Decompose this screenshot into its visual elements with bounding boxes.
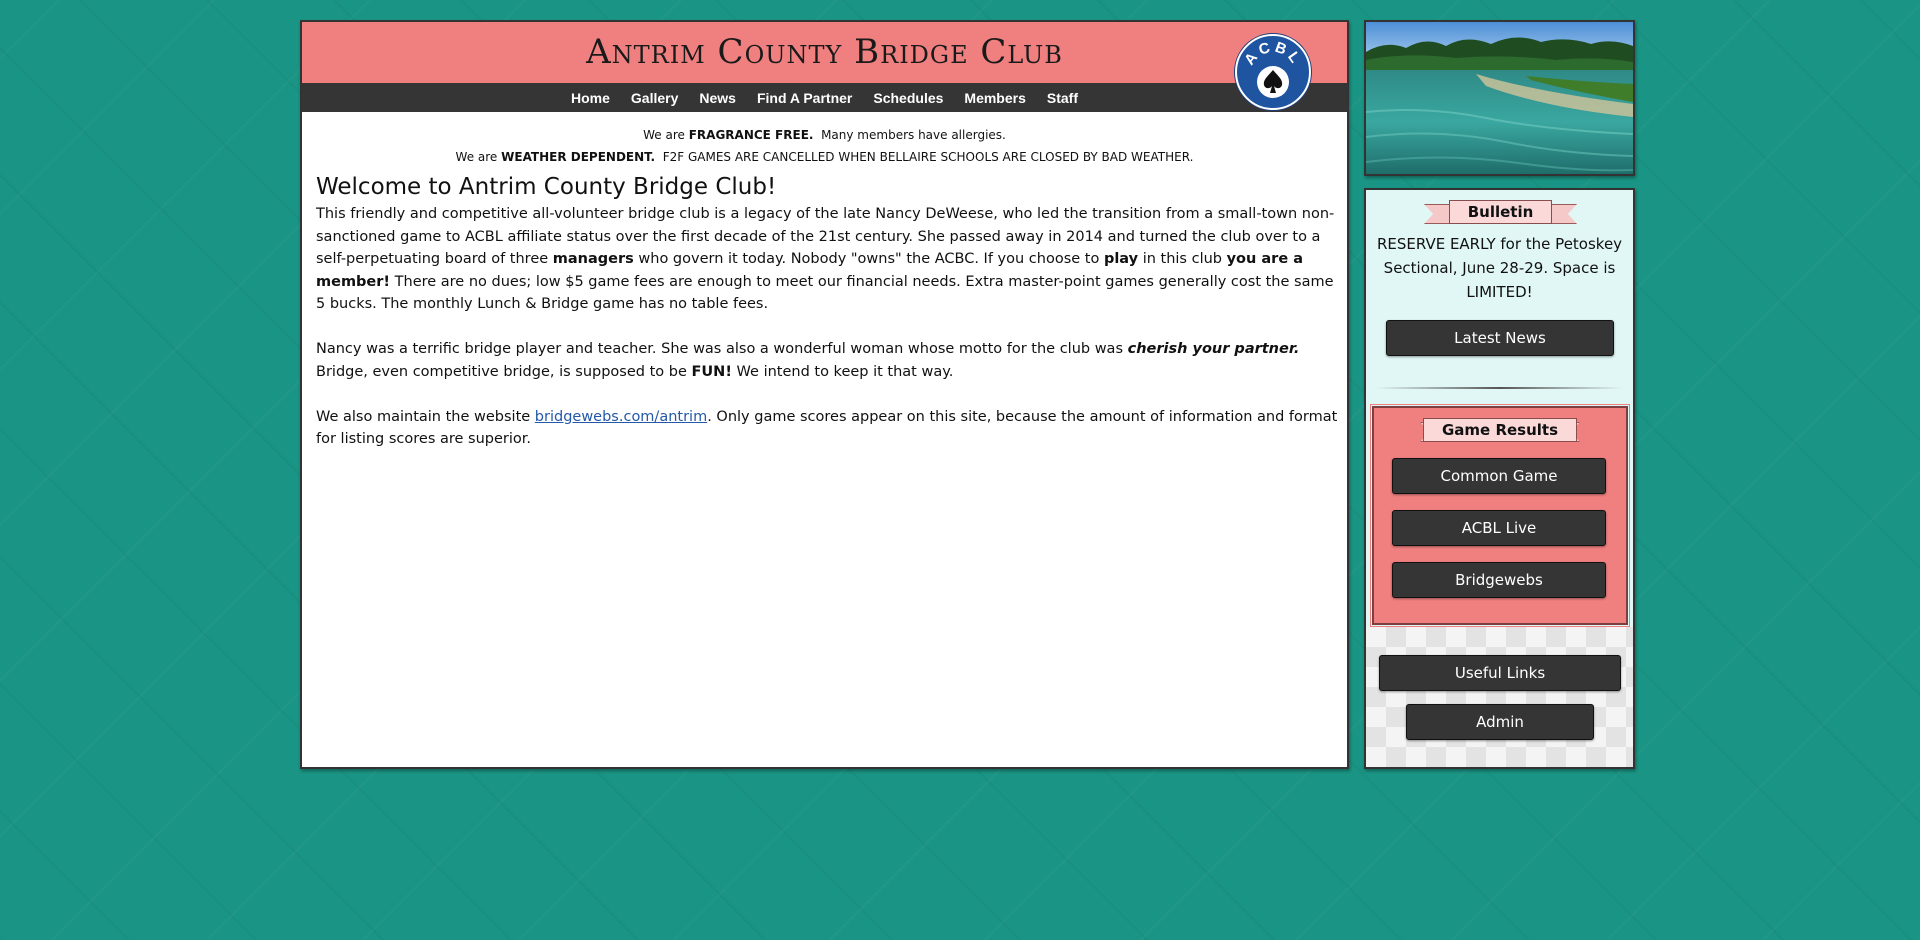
- main-content-panel: Antrim County Bridge Club ACBL Home Gall…: [300, 20, 1349, 769]
- nav-item-members[interactable]: Members: [964, 90, 1025, 106]
- game-results-ribbon: Game Results: [1420, 418, 1580, 442]
- site-title: Antrim County Bridge Club: [586, 32, 1063, 72]
- common-game-button[interactable]: Common Game: [1392, 458, 1606, 494]
- bulletin-text: RESERVE EARLY for the Petoskey Sectional…: [1376, 235, 1623, 301]
- acbl-logo-icon[interactable]: ACBL: [1235, 34, 1311, 110]
- weather-notice: We are WEATHER DEPENDENT. F2F GAMES ARE …: [455, 150, 1194, 164]
- admin-button[interactable]: Admin: [1406, 704, 1594, 740]
- sidebar-panel: Bulletin RESERVE EARLY for the Petoskey …: [1364, 188, 1635, 769]
- welcome-heading: Welcome to Antrim County Bridge Club!: [316, 174, 777, 200]
- nav-item-staff[interactable]: Staff: [1047, 90, 1078, 106]
- intro-paragraph: This friendly and competitive all-volunt…: [316, 206, 1335, 312]
- nancy-paragraph: Nancy was a terrific bridge player and t…: [316, 341, 1300, 380]
- latest-news-button[interactable]: Latest News: [1386, 320, 1614, 356]
- lake-shoreline-photo: [1364, 20, 1635, 176]
- nav-item-gallery[interactable]: Gallery: [631, 90, 678, 106]
- logo-text: ACBL: [1241, 38, 1302, 68]
- card-suit-pattern: [1366, 627, 1633, 767]
- fragrance-notice: We are FRAGRANCE FREE. Many members have…: [643, 128, 1006, 142]
- sidebar-divider: [1376, 387, 1623, 389]
- nav-item-find-a-partner[interactable]: Find A Partner: [757, 90, 852, 106]
- useful-links-button[interactable]: Useful Links: [1379, 655, 1621, 691]
- nav-item-schedules[interactable]: Schedules: [873, 90, 943, 106]
- nav-item-news[interactable]: News: [699, 90, 736, 106]
- svg-text:ACBL: ACBL: [1241, 38, 1305, 68]
- game-results-box: Game Results Common Game ACBL Live Bridg…: [1370, 404, 1630, 627]
- main-nav: Home Gallery News Find A Partner Schedul…: [302, 83, 1347, 112]
- acbl-live-button[interactable]: ACBL Live: [1392, 510, 1606, 546]
- welcome-body: This friendly and competitive all-volunt…: [316, 203, 1338, 473]
- website-paragraph: We also maintain the website bridgewebs.…: [316, 408, 1338, 448]
- bridgewebs-link[interactable]: bridgewebs.com/antrim: [535, 409, 707, 425]
- bulletin-title: Bulletin: [1448, 200, 1553, 224]
- game-results-title: Game Results: [1422, 418, 1578, 442]
- bridgewebs-button[interactable]: Bridgewebs: [1392, 562, 1606, 598]
- nav-item-home[interactable]: Home: [571, 90, 610, 106]
- bulletin-ribbon: Bulletin: [1424, 200, 1577, 224]
